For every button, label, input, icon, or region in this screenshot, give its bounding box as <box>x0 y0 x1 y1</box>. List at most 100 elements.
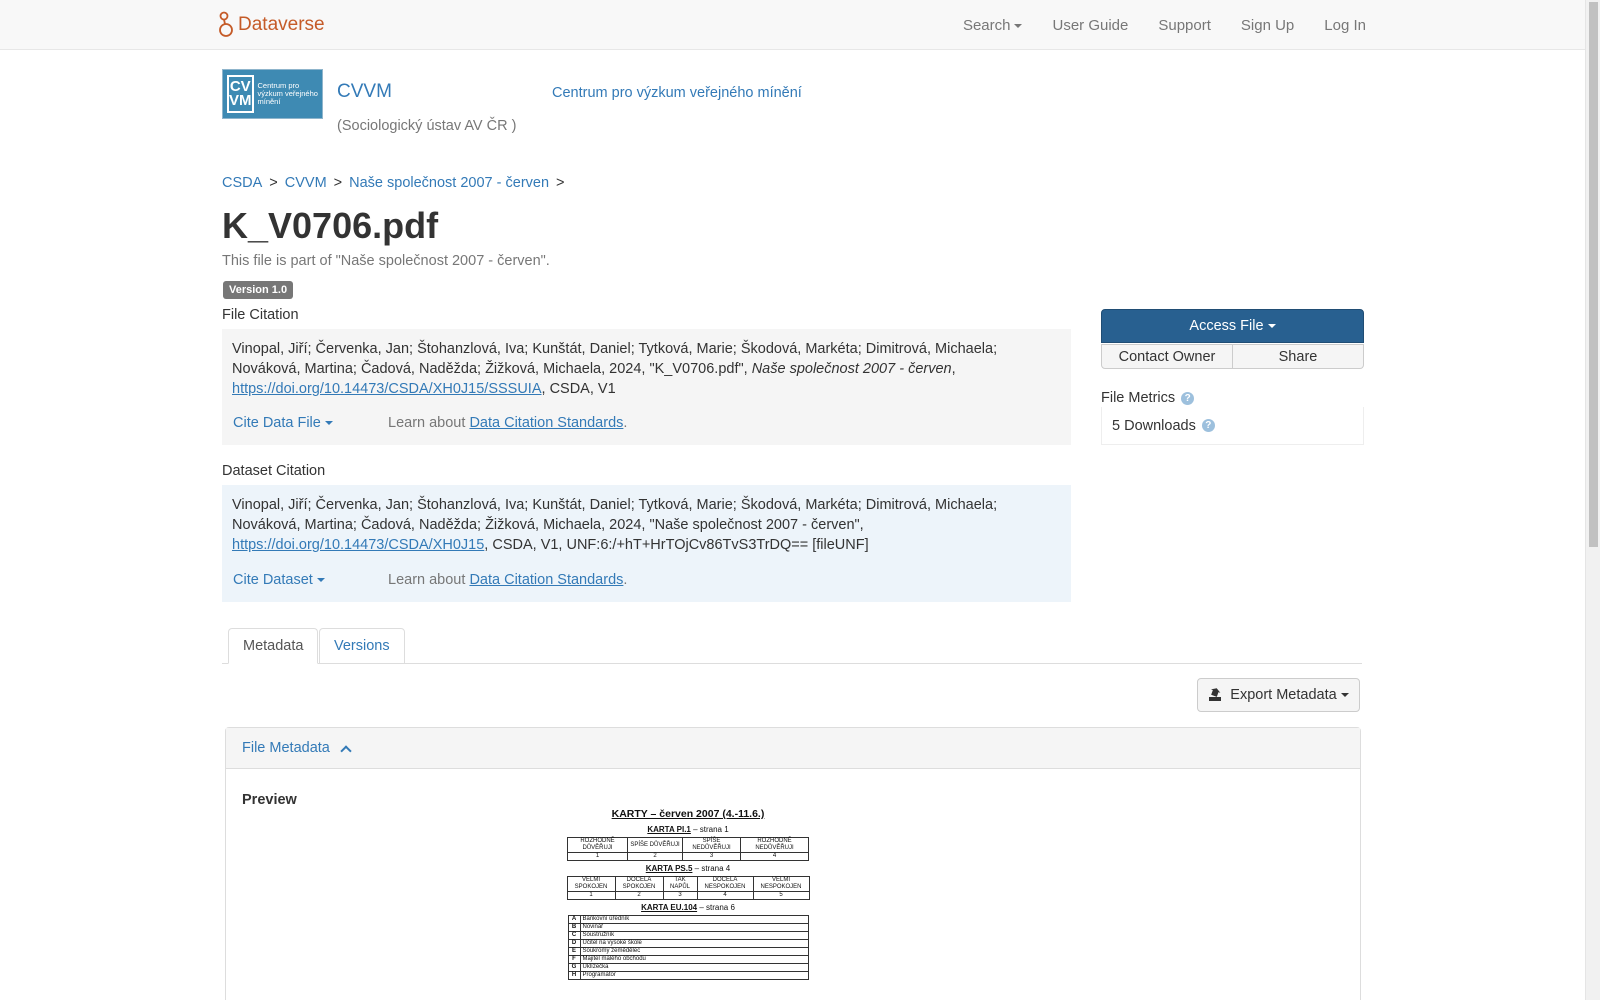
chevron-down-icon <box>1267 324 1276 328</box>
preview-cell: Majitel malého obchodu <box>579 955 809 964</box>
file-citation-box: Vinopal, Jiří; Červenka, Jan; Štohanzlov… <box>222 329 1071 445</box>
breadcrumb-cvvm[interactable]: CVVM <box>285 175 327 191</box>
file-tabs: Metadata Versions <box>222 628 1362 664</box>
access-file-button[interactable]: Access File <box>1101 309 1364 343</box>
file-metrics-label: File Metrics ? <box>1101 390 1195 406</box>
help-icon[interactable]: ? <box>1181 391 1195 405</box>
learn-about-text: Learn about Data Citation Standards. <box>388 413 627 433</box>
preview-cell: DOCELA NESPOKOJEN <box>696 876 754 892</box>
preview-cell: TAK NAPŮL <box>662 876 698 892</box>
preview-cell: SPÍŠE DŮVĚŘUJI <box>627 837 683 853</box>
preview-cell: 1 <box>567 852 628 861</box>
dataverse-tagline[interactable]: Centrum pro výzkum veřejného mínění <box>552 85 802 101</box>
preview-card3-label: KARTA EU.104 <box>641 903 698 912</box>
dataverse-brand-link[interactable]: Dataverse <box>218 10 325 40</box>
preview-card3-table: A Bankovní úředník B Novinář C Soustružník … <box>567 915 809 980</box>
help-icon[interactable]: ? <box>1201 419 1215 432</box>
dataset-doi-link[interactable]: https://doi.org/10.14473/CSDA/XH0J15 <box>232 537 484 553</box>
file-citation-text: Vinopal, Jiří; Červenka, Jan; Štohanzlov… <box>232 339 1061 399</box>
page-title: K_V0706.pdf <box>222 205 439 246</box>
dataverse-logo-icon <box>219 11 233 37</box>
scrollbar-thumb[interactable] <box>1589 2 1598 547</box>
preview-cell: DOCELA SPOKOJEN <box>614 876 664 892</box>
page-scrollbar[interactable] <box>1585 0 1600 1000</box>
breadcrumb-dataset[interactable]: Naše společnost 2007 - červen <box>349 175 549 191</box>
citation-comma: , <box>951 361 956 377</box>
preview-cell: Učitel na vysoké škole <box>579 939 809 948</box>
citation-tail: , CSDA, V1 <box>541 381 616 397</box>
file-preview-thumbnail[interactable]: KARTY – červen 2007 (4.-11.6.) KARTA PI.… <box>548 808 828 980</box>
breadcrumb: CSDA > CVVM > Naše společnost 2007 - čer… <box>222 175 572 191</box>
logo-text: Centrum pro výzkum veřejného mínění <box>257 81 318 106</box>
preview-cell: D <box>567 939 581 948</box>
data-citation-standards-link[interactable]: Data Citation Standards <box>469 415 623 431</box>
chevron-down-icon <box>316 578 325 583</box>
preview-card1-table: ROZHODNĚ DŮVĚŘUJI SPÍŠE DŮVĚŘUJI SPÍŠE N… <box>567 837 809 861</box>
preview-cell: 3 <box>682 852 741 861</box>
preview-cell: 3 <box>662 891 698 900</box>
learn-end: . <box>623 415 628 431</box>
preview-card1-heading: KARTA PI.1 – strana 1 <box>548 825 828 834</box>
learn-text: Learn about <box>388 572 470 588</box>
citation-tail: , CSDA, V1, UNF:6:/+hT+HrTOjCv86TvS3TrDQ… <box>484 537 869 553</box>
preview-cell: C <box>567 931 581 940</box>
preview-doc-title: KARTY – červen 2007 (4.-11.6.) <box>611 808 765 820</box>
nav-user-guide[interactable]: User Guide <box>1052 17 1128 34</box>
preview-cell: 4 <box>696 891 754 900</box>
cite-data-file-button[interactable]: Cite Data File <box>233 413 388 433</box>
preview-cell: H <box>567 971 581 980</box>
preview-cell: ROZHODNĚ NEDŮVĚŘUJI <box>740 837 809 853</box>
preview-card3-heading: KARTA EU.104 – strana 6 <box>548 903 828 912</box>
contact-owner-button[interactable]: Contact Owner <box>1101 344 1233 369</box>
preview-cell: 2 <box>614 891 664 900</box>
nav-sign-up[interactable]: Sign Up <box>1241 17 1294 34</box>
preview-card2-heading: KARTA PS.5 – strana 4 <box>548 864 828 873</box>
cite-dataset-button[interactable]: Cite Dataset <box>233 570 388 590</box>
tab-metadata[interactable]: Metadata <box>228 628 319 664</box>
preview-cell: Uklízečka <box>579 963 809 972</box>
share-button[interactable]: Share <box>1233 344 1364 369</box>
export-metadata-label: Export Metadata <box>1230 687 1337 703</box>
file-metadata-toggle[interactable]: File Metadata <box>226 728 1360 769</box>
cite-data-file-label: Cite Data File <box>233 415 321 431</box>
access-file-label: Access File <box>1189 318 1264 334</box>
top-navbar: Dataverse Search User Guide Support Sign… <box>0 0 1585 50</box>
file-metadata-panel: File Metadata Preview KARTY – červen 200… <box>225 727 1361 1000</box>
preview-cell: VELMI SPOKOJEN <box>566 876 616 892</box>
dataset-citation-footer: Cite Dataset Learn about Data Citation S… <box>233 570 627 590</box>
file-part-of-note: This file is part of "Naše společnost 20… <box>222 253 550 269</box>
file-citation-footer: Cite Data File Learn about Data Citation… <box>233 413 627 433</box>
preview-card1-page: – strana 1 <box>690 825 729 834</box>
dataverse-name[interactable]: CVVM <box>337 81 392 103</box>
nav-log-in[interactable]: Log In <box>1324 17 1366 34</box>
file-doi-link[interactable]: https://doi.org/10.14473/CSDA/XH0J15/SSS… <box>232 381 542 397</box>
owner-share-buttons: Contact Owner Share <box>1101 344 1364 369</box>
citation-authors: Vinopal, Jiří; Červenka, Jan; Štohanzlov… <box>232 497 998 533</box>
breadcrumb-separator: > <box>556 175 565 191</box>
nav-search[interactable]: Search <box>933 17 1023 34</box>
preview-cell: 2 <box>627 852 683 861</box>
data-citation-standards-link[interactable]: Data Citation Standards <box>469 572 623 588</box>
preview-cell: Soukromý zemědělec <box>579 947 809 956</box>
breadcrumb-csda[interactable]: CSDA <box>222 175 262 191</box>
breadcrumb-separator: > <box>269 175 278 191</box>
tab-versions[interactable]: Versions <box>319 628 405 664</box>
version-badge: Version 1.0 <box>223 281 294 299</box>
dataverse-affiliation: (Sociologický ústav AV ČR ) <box>337 118 517 134</box>
learn-end: . <box>623 572 628 588</box>
preview-card2-page: – strana 4 <box>692 864 731 873</box>
export-metadata-button[interactable]: Export Metadata <box>1197 678 1360 712</box>
file-metrics-title: File Metrics <box>1101 390 1176 406</box>
dataset-citation-text: Vinopal, Jiří; Červenka, Jan; Štohanzlov… <box>232 495 1061 555</box>
preview-cell: SPÍŠE NEDŮVĚŘUJI <box>682 837 741 853</box>
nav-support[interactable]: Support <box>1158 17 1211 34</box>
preview-card2-table: VELMI SPOKOJEN DOCELA SPOKOJEN TAK NAPŮL… <box>566 876 810 900</box>
learn-about-text: Learn about Data Citation Standards. <box>388 570 627 590</box>
preview-cell: Programátor <box>579 971 809 980</box>
preview-cell: G <box>567 963 581 972</box>
preview-label: Preview <box>242 792 297 808</box>
chevron-down-icon <box>324 421 333 426</box>
preview-cell: F <box>567 955 581 964</box>
preview-cell: Soustružník <box>579 931 809 940</box>
dataverse-logo[interactable]: CV VM Centrum pro výzkum veřejného míněn… <box>222 69 323 119</box>
